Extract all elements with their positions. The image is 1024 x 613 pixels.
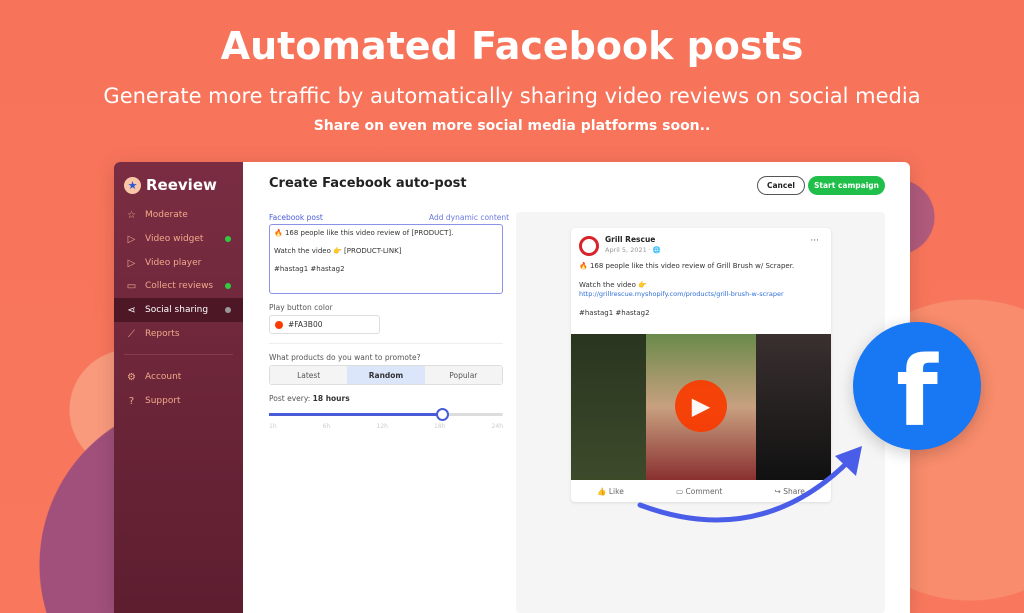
facebook-logo-icon: f — [853, 322, 981, 450]
curved-arrow-icon — [640, 460, 850, 520]
arrow-graphic — [0, 0, 1024, 613]
